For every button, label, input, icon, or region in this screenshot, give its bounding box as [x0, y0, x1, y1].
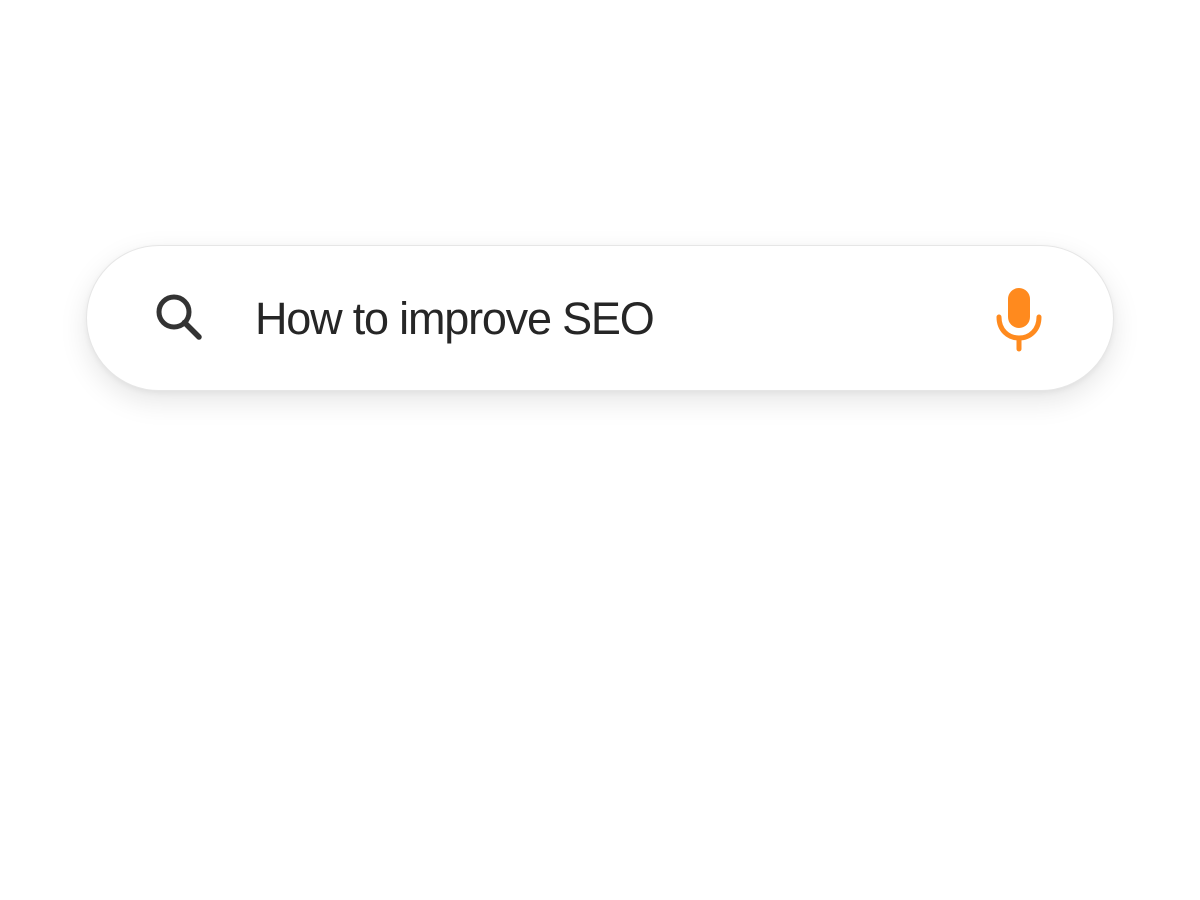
page: How to improve SEO — [0, 0, 1200, 900]
voice-search-button[interactable] — [989, 286, 1049, 352]
search-input[interactable]: How to improve SEO — [255, 290, 655, 348]
search-icon[interactable] — [153, 292, 207, 346]
microphone-icon — [996, 288, 1042, 352]
search-bar[interactable]: How to improve SEO — [86, 245, 1114, 391]
